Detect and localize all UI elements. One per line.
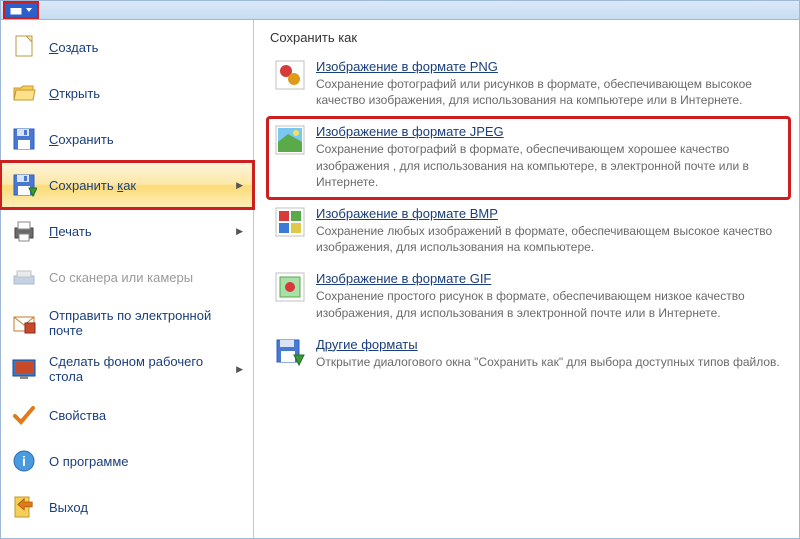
option-gif[interactable]: Изображение в формате GIF Сохранение про…: [268, 265, 789, 328]
menu-label: Сохранить как: [49, 178, 136, 193]
option-desc: Открытие диалогового окна "Сохранить как…: [316, 354, 783, 370]
main-container: Создать Открыть Сохранить Сохранить как …: [0, 20, 800, 539]
menu-label: Со сканера или камеры: [49, 270, 193, 285]
panel-title: Сохранить как: [268, 30, 789, 45]
app-menu-button[interactable]: [3, 1, 39, 19]
menu-item-set-bg[interactable]: Сделать фоном рабочего стола ▶: [1, 346, 253, 392]
menu-label: Печать: [49, 224, 92, 239]
email-icon: [11, 310, 37, 336]
desktop-bg-icon: [11, 356, 37, 382]
exit-icon: [11, 494, 37, 520]
menu-label: Отправить по электронной почте: [49, 308, 243, 338]
save-floppy-icon: [11, 126, 37, 152]
menu-label: О программе: [49, 454, 129, 469]
jpeg-format-icon: [274, 124, 306, 156]
menu-label: Сохранить: [49, 132, 114, 147]
submenu-arrow-icon: ▶: [236, 180, 243, 191]
menu-label: Открыть: [49, 86, 100, 101]
option-text: Изображение в формате BMP Сохранение люб…: [316, 206, 783, 255]
titlebar: [0, 0, 800, 20]
scanner-icon: [11, 264, 37, 290]
option-title: Изображение в формате PNG: [316, 59, 783, 74]
menu-item-create[interactable]: Создать: [1, 24, 253, 70]
chevron-down-icon: [25, 4, 33, 16]
submenu-arrow-icon: ▶: [236, 226, 243, 237]
menu-item-about[interactable]: i О программе: [1, 438, 253, 484]
save-as-panel: Сохранить как Изображение в формате PNG …: [254, 20, 799, 538]
gif-format-icon: [274, 271, 306, 303]
option-text: Изображение в формате PNG Сохранение фот…: [316, 59, 783, 108]
menu-label: Сделать фоном рабочего стола: [49, 354, 224, 384]
menu-item-open[interactable]: Открыть: [1, 70, 253, 116]
option-other[interactable]: Другие форматы Открытие диалогового окна…: [268, 331, 789, 378]
option-title: Другие форматы: [316, 337, 783, 352]
option-title: Изображение в формате GIF: [316, 271, 783, 286]
save-as-floppy-icon: [11, 172, 37, 198]
png-format-icon: [274, 59, 306, 91]
svg-text:i: i: [22, 453, 26, 469]
option-desc: Сохранение любых изображений в формате, …: [316, 223, 783, 255]
option-text: Другие форматы Открытие диалогового окна…: [316, 337, 783, 370]
option-title: Изображение в формате BMP: [316, 206, 783, 221]
bmp-format-icon: [274, 206, 306, 238]
option-desc: Сохранение фотографий в формате, обеспеч…: [316, 141, 783, 190]
menu-label: Создать: [49, 40, 98, 55]
menu-label: Выход: [49, 500, 88, 515]
submenu-arrow-icon: ▶: [236, 364, 243, 375]
option-text: Изображение в формате GIF Сохранение про…: [316, 271, 783, 320]
open-folder-icon: [11, 80, 37, 106]
new-file-icon: [11, 34, 37, 60]
left-menu: Создать Открыть Сохранить Сохранить как …: [1, 20, 254, 538]
option-desc: Сохранение фотографий или рисунков в фор…: [316, 76, 783, 108]
menu-item-save[interactable]: Сохранить: [1, 116, 253, 162]
other-formats-icon: [274, 337, 306, 369]
checkmark-icon: [11, 402, 37, 428]
menu-item-exit[interactable]: Выход: [1, 484, 253, 530]
option-desc: Сохранение простого рисунок в формате, о…: [316, 288, 783, 320]
option-jpeg[interactable]: Изображение в формате JPEG Сохранение фо…: [268, 118, 789, 198]
option-text: Изображение в формате JPEG Сохранение фо…: [316, 124, 783, 190]
menu-item-email[interactable]: Отправить по электронной почте: [1, 300, 253, 346]
option-png[interactable]: Изображение в формате PNG Сохранение фот…: [268, 53, 789, 116]
menu-item-scanner: Со сканера или камеры: [1, 254, 253, 300]
printer-icon: [11, 218, 37, 244]
menu-item-save-as[interactable]: Сохранить как ▶: [1, 162, 253, 208]
menu-item-print[interactable]: Печать ▶: [1, 208, 253, 254]
file-menu-icon: [9, 4, 23, 16]
menu-label: Свойства: [49, 408, 106, 423]
option-title: Изображение в формате JPEG: [316, 124, 783, 139]
option-bmp[interactable]: Изображение в формате BMP Сохранение люб…: [268, 200, 789, 263]
menu-item-props[interactable]: Свойства: [1, 392, 253, 438]
info-icon: i: [11, 448, 37, 474]
